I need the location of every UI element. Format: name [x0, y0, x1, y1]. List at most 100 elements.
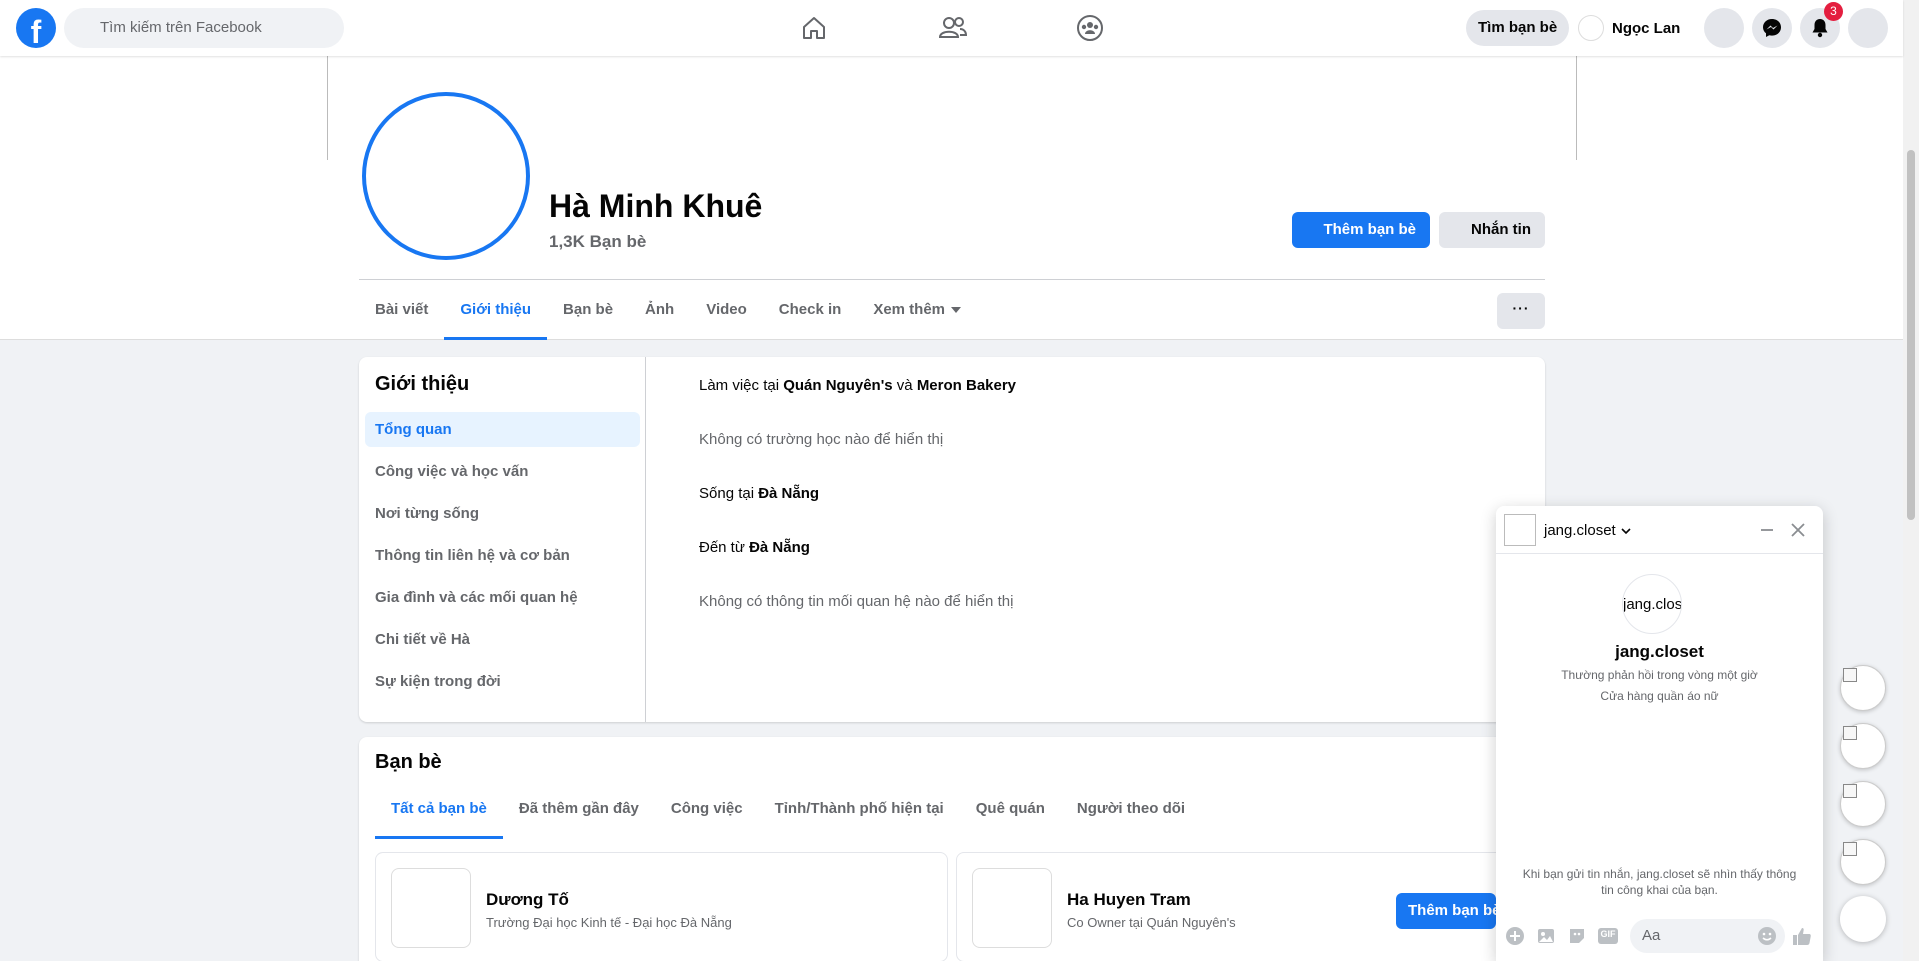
city-link[interactable]: Đà Nẵng [758, 485, 819, 502]
message-label: Nhắn tin [1471, 221, 1531, 238]
friend-name[interactable]: Dương Tố [486, 890, 569, 910]
chevron-down-icon [1621, 528, 1631, 535]
lives-prefix: Sống tại [699, 485, 759, 502]
friends-tab-followers[interactable]: Người theo dõi [1061, 779, 1201, 839]
find-friends-button[interactable]: Tìm bạn bè [1466, 10, 1570, 46]
close-chat-button[interactable] [1786, 518, 1810, 542]
facebook-logo[interactable]: f [16, 8, 56, 48]
chat-head-bubble[interactable] [1840, 781, 1886, 827]
chat-composer: GIF Aa [1496, 910, 1823, 961]
work-conjunction: và [892, 377, 917, 394]
hometown-link[interactable]: Đà Nẵng [749, 539, 810, 556]
messenger-button[interactable] [1752, 8, 1792, 48]
chat-avatar[interactable] [1504, 514, 1536, 546]
profile-tabs: Bài viết Giới thiệu Bạn bè Ảnh Video Che… [359, 280, 977, 340]
search-input[interactable]: Tìm kiếm trên Facebook [64, 8, 344, 48]
about-nav-life-events[interactable]: Sự kiện trong đời [365, 664, 640, 699]
home-icon[interactable] [796, 10, 832, 46]
groups-icon[interactable] [1072, 10, 1108, 46]
chat-window: jang.closet jang.clos jang.closet Thường… [1496, 506, 1823, 961]
friend-thumbnail[interactable] [972, 868, 1052, 948]
user-name: Ngọc Lan [1612, 19, 1681, 37]
friends-icon[interactable] [935, 10, 971, 46]
friends-tab-hometown[interactable]: Quê quán [960, 779, 1061, 839]
from-prefix: Đến từ [699, 539, 750, 556]
tab-videos[interactable]: Video [690, 280, 763, 340]
friends-tabs: Tất cả bạn bè Đã thêm gần đây Công việc … [375, 779, 1201, 839]
broken-image-icon [1843, 726, 1857, 740]
work-info: Làm việc tại Quán Nguyên's và Meron Bake… [699, 377, 1016, 394]
minimize-icon [1761, 529, 1773, 531]
top-navigation-bar: f Tìm kiếm trên Facebook Tìm bạn bè Ngọc… [0, 0, 1903, 56]
scrollbar-thumb[interactable] [1907, 150, 1915, 520]
tab-more-label: Xem thêm [873, 301, 946, 318]
friends-tab-work[interactable]: Công việc [655, 779, 759, 839]
profile-name: Hà Minh Khuê [549, 188, 763, 224]
profile-shortcut[interactable]: Ngọc Lan [1578, 10, 1680, 46]
add-friend-label: Thêm bạn bè [1323, 221, 1416, 238]
chat-page-category: Cửa hàng quần áo nữ [1600, 689, 1719, 703]
about-sidebar: Giới thiệu Tổng quan Công việc và học vấ… [359, 357, 646, 722]
tab-check-in[interactable]: Check in [763, 280, 858, 340]
thumbs-up-icon[interactable] [1791, 925, 1813, 947]
notification-badge: 3 [1824, 2, 1843, 21]
emoji-icon[interactable] [1756, 925, 1778, 947]
about-nav-places[interactable]: Nơi từng sống [365, 496, 640, 531]
friends-tab-recent[interactable]: Đã thêm gần đây [503, 779, 655, 839]
workplace-link[interactable]: Meron Bakery [917, 377, 1016, 394]
close-icon [1791, 523, 1805, 537]
work-prefix: Làm việc tại [699, 377, 784, 394]
list-item[interactable]: Dương Tố Trường Đại học Kinh tế - Đại họ… [375, 852, 948, 961]
message-button[interactable]: Nhắn tin [1439, 212, 1545, 248]
image-icon[interactable] [1535, 925, 1557, 947]
friends-tab-all[interactable]: Tất cả bạn bè [375, 779, 503, 839]
friends-title: Bạn bè [375, 751, 442, 773]
about-nav-overview[interactable]: Tổng quan [365, 412, 640, 447]
friends-card: Bạn bè Tất cả bạn bè Đã thêm gần đây Côn… [359, 737, 1545, 961]
about-nav-family[interactable]: Gia đình và các mối quan hệ [365, 580, 640, 615]
tab-posts[interactable]: Bài viết [359, 280, 444, 340]
friends-count-link[interactable]: 1,3K Bạn bè [549, 232, 646, 252]
caret-down-icon [951, 307, 962, 314]
menu-button[interactable] [1704, 8, 1744, 48]
friend-subtitle: Trường Đại học Kinh tế - Đại học Đà Nẵng [486, 915, 732, 930]
about-card: Giới thiệu Tổng quan Công việc và học vấ… [359, 357, 1545, 722]
tab-more[interactable]: Xem thêm [857, 280, 977, 340]
tab-about[interactable]: Giới thiệu [444, 280, 547, 340]
tab-photos[interactable]: Ảnh [629, 280, 690, 340]
chat-privacy-notice: Khi bạn gửi tin nhắn, jang.closet sẽ nhì… [1522, 867, 1797, 897]
new-message-button[interactable] [1840, 896, 1886, 942]
gif-icon[interactable]: GIF [1597, 925, 1619, 947]
messenger-icon [1763, 19, 1781, 37]
about-nav-details[interactable]: Chi tiết về Hà [365, 622, 640, 657]
chat-header[interactable]: jang.closet [1496, 506, 1823, 554]
chat-response-time: Thường phản hồi trong vòng một giờ [1561, 668, 1758, 682]
plus-icon[interactable] [1504, 925, 1526, 947]
profile-header: Hà Minh Khuê 1,3K Bạn bè Thêm bạn bè Nhắ… [0, 56, 1903, 340]
more-options-button[interactable]: ··· [1497, 293, 1545, 329]
chat-head-bubble[interactable] [1840, 665, 1886, 711]
relationship-info: Không có thông tin mối quan hệ nào để hi… [699, 593, 1014, 610]
chat-profile-avatar[interactable]: jang.clos [1622, 574, 1682, 634]
avatar [1578, 15, 1604, 41]
account-button[interactable] [1848, 8, 1888, 48]
friends-tab-current-city[interactable]: Tỉnh/Thành phố hiện tại [759, 779, 960, 839]
add-friend-button[interactable]: Thêm bạn bè [1292, 212, 1430, 248]
current-city-info: Sống tại Đà Nẵng [699, 485, 819, 502]
friend-add-button[interactable]: Thêm bạn bè [1396, 893, 1496, 929]
chat-head-bubble[interactable] [1840, 839, 1886, 885]
about-nav-contact[interactable]: Thông tin liên hệ và cơ bản [365, 538, 640, 573]
minimize-chat-button[interactable] [1755, 518, 1779, 542]
chat-head-bubble[interactable] [1840, 723, 1886, 769]
page-scrollbar[interactable] [1903, 0, 1919, 961]
friend-thumbnail[interactable] [391, 868, 471, 948]
chat-contact-name[interactable]: jang.closet [1544, 522, 1632, 539]
about-nav-work-education[interactable]: Công việc và học vấn [365, 454, 640, 489]
friend-name[interactable]: Ha Huyen Tram [1067, 890, 1191, 910]
tab-friends[interactable]: Bạn bè [547, 280, 629, 340]
sticker-icon[interactable] [1566, 925, 1588, 947]
profile-picture[interactable] [362, 92, 530, 260]
workplace-link[interactable]: Quán Nguyên's [783, 377, 892, 394]
bell-icon [1812, 19, 1828, 38]
broken-image-icon [1843, 842, 1857, 856]
